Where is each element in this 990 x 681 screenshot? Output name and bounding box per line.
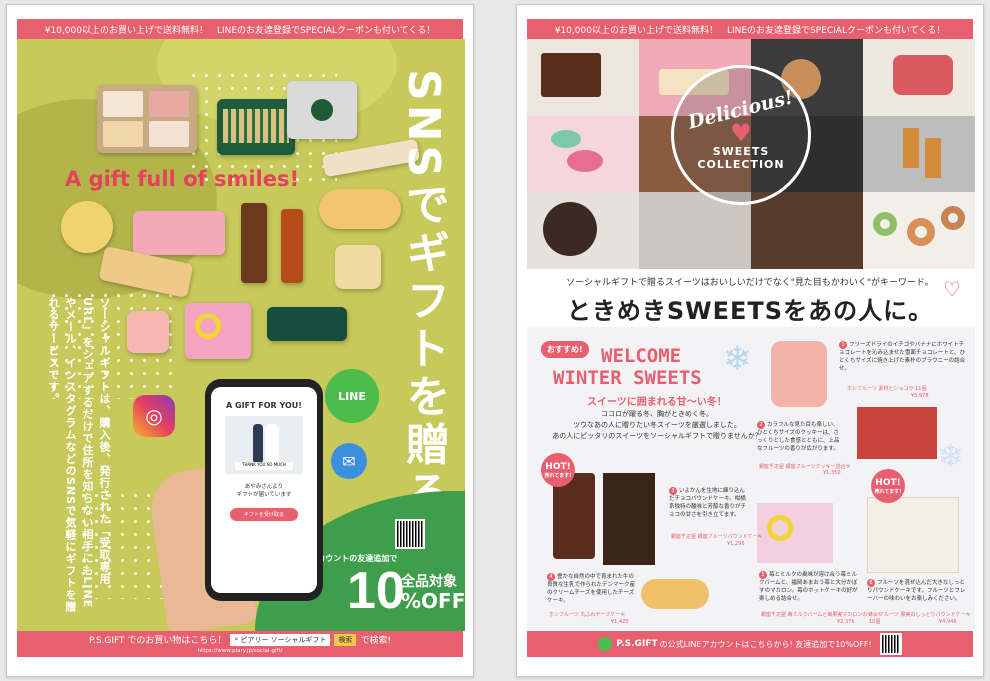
mail-icon: ✉	[331, 443, 367, 479]
product-cake-box	[97, 85, 197, 153]
headline: ときめきSWEETSをあの人に。	[566, 297, 934, 325]
item-1-name: ホシフルーツ 素材とショコラ 11個	[847, 386, 927, 392]
product-cheesecake	[641, 579, 709, 609]
search-box[interactable]: ⌕ ピアリー ソーシャルギフト	[230, 633, 331, 646]
sweets-collection-badge: Delicious! ♥ SWEETS COLLECTION	[671, 65, 811, 205]
product-gift-box	[603, 473, 655, 565]
product-bottle	[281, 209, 303, 283]
item-5-name: 銀座千疋屋 苺ミルクバームと苺果実マカロンのセット	[761, 612, 883, 618]
snowflake-icon: ❄	[723, 339, 752, 379]
sns-gift-flyer: ¥10,000以上のお買い上げで送料無料！ LINEのお友達登録でSPECIAL…	[6, 4, 474, 677]
product-coffee-tin	[287, 81, 357, 139]
photo-berry-cake	[863, 39, 975, 116]
footer-prefix: P.S.GIFT でのお買い物はこちら！	[88, 636, 227, 646]
product-shea-butter	[61, 201, 113, 253]
footer-text: の公式LINEアカウントはこちらから! 友達追加で10%OFF!	[659, 639, 872, 649]
photo-chocolate-cake	[527, 39, 639, 116]
welcome-title-line1: WELCOME	[601, 345, 682, 367]
heart-icon: ♥	[730, 119, 752, 147]
winter-sweets-section: おすすめ! WELCOME WINTER SWEETS スイーツに囲まれる甘〜い…	[527, 327, 975, 631]
tagline: A gift full of smiles!	[65, 167, 300, 191]
product-chocolate-box	[857, 407, 937, 459]
wedding-illustration: THANK YOU SO MUCH	[225, 416, 303, 474]
photo-donuts	[863, 192, 975, 269]
item-6-price: ¥4,946	[939, 619, 957, 625]
item-4-description: 4 豊かな自然の中で育まれた牛の良質な生乳で作られたデンマーク産のクリームチーズを…	[547, 573, 636, 604]
key-heart-icon: ♡	[943, 277, 961, 301]
footer-suffix: で検索!	[360, 636, 392, 646]
item-4-price: ¥1,420	[611, 619, 629, 625]
product-cheesecake	[319, 189, 401, 229]
gift-header: A GIFT FOR YOU!	[226, 401, 302, 410]
item-4-name: ホシフルーツ 丸ふわチーズケーキ	[549, 612, 626, 618]
photo-macaron-stack	[527, 115, 639, 193]
line-icon: LINE	[325, 369, 379, 423]
welcome-title-line2: WINTER SWEETS	[553, 367, 702, 389]
qr-code	[395, 519, 425, 549]
subheadline: ソーシャルギフトで贈るスイーツはおいしいだけでなく"見た目もかわいく"がキーワー…	[566, 278, 934, 288]
line-icon	[598, 637, 613, 651]
item-2-description: 2 カラフルな見た目も楽しい、ひとくちサイズのクッキーは、さっくりとした食感ととも…	[757, 421, 840, 452]
product-pink-gift-box	[133, 211, 225, 255]
product-candy-jar	[127, 311, 169, 353]
footer-brand: P.S.GIFT	[616, 639, 658, 649]
badge-line2: COLLECTION	[697, 158, 785, 171]
badge-line1: SWEETS	[712, 145, 770, 158]
instagram-icon: ◎	[133, 395, 175, 437]
product-bath-bomb-box	[185, 303, 251, 359]
item-3-name: 銀座千疋屋 銀座フルーツパウンドケーキ	[671, 534, 763, 540]
top-banner: ¥10,000以上のお買い上げで送料無料！ LINEのお友達登録でSPECIAL…	[17, 19, 463, 39]
product-berry-box	[757, 503, 833, 563]
product-mini-cakes	[867, 497, 959, 573]
item-2-price: ¥1,350	[823, 470, 841, 476]
product-bottle	[241, 203, 267, 283]
footer-bar: P.S.GIFT の公式LINEアカウントはこちらから! 友達追加で10%OFF…	[527, 631, 973, 657]
item-5-price: ¥2,376	[837, 619, 855, 625]
product-body-scrub-jar	[335, 245, 381, 289]
footer-url[interactable]: https://www.piary.jp/social-gift/	[17, 648, 463, 655]
product-fruit-jar	[771, 341, 827, 407]
gift-message: あやみさんより ギフトが届いています	[236, 484, 292, 498]
receive-gift-button[interactable]: ギフトを受け取る	[229, 508, 298, 521]
product-tea-set	[217, 99, 295, 155]
coupon-off-label: %OFF	[401, 589, 465, 613]
welcome-subtitle: スイーツに囲まれる甘〜い冬！	[587, 397, 727, 408]
item-6-name: ホシフルーツ 果実のしっとりパウンドケーキ 10個	[869, 612, 971, 625]
flyer-main-panel: A gift full of smiles! SNSでギフトを贈ろう ソーシャル…	[17, 39, 465, 631]
hot-badge: HOT! 売れてます!	[871, 469, 905, 503]
snowflake-icon: ❄	[937, 437, 964, 475]
qr-code[interactable]	[879, 633, 902, 655]
phone-screen: A GIFT FOR YOU! THANK YOU SO MUCH あやみさんよ…	[211, 387, 317, 593]
photo-pound-cakes	[863, 115, 975, 193]
recommend-tag: おすすめ!	[541, 341, 589, 358]
search-text: ピアリー ソーシャルギフト	[240, 635, 327, 644]
service-description: ソーシャルギフトは、購入後、発行された「受取専用URL」をシェアするだけで住所を…	[47, 297, 111, 614]
search-icon: ⌕	[234, 635, 239, 643]
coupon-scope: 全品対象	[401, 574, 457, 590]
footer-bar: P.S.GIFT でのお買い物はこちら！ ⌕ ピアリー ソーシャルギフト 検索 …	[17, 631, 463, 657]
search-button[interactable]: 検索	[334, 633, 357, 646]
item-6-description: 6 フルーツを混ぜ込んだ大きなしっとりパウンドケーキです。フルーツとフレーバーの味…	[867, 579, 966, 602]
item-2-name: 銀座千疋屋 銀座フルーツクッキー詰合せ	[759, 464, 851, 470]
photo-chocolate-bars	[751, 192, 863, 269]
intro-text: ココロが躍る冬、胸がときめく冬。 ツウなあの人に贈りたい冬スイーツを厳選しました…	[552, 410, 762, 440]
item-3-description: 3 いよかんを生地に練り込んだチョコパウンドケーキ。柑橘系独特の酸味と芳醇な香りが…	[669, 487, 747, 518]
item-5-description: 5 苺とミルクの風味が溶け合う苺ミルクバームと、福岡あまおう苺と大分かぼすのマカロ…	[759, 571, 858, 602]
sweets-flyer: ¥10,000以上のお買い上げで送料無料！ LINEのお友達登録でSPECIAL…	[516, 4, 984, 677]
product-chocolate-box	[267, 307, 347, 341]
photo-cookie-assortment	[527, 192, 639, 269]
top-banner: ¥10,000以上のお買い上げで送料無料！ LINEのお友達登録でSPECIAL…	[527, 19, 973, 39]
item-1-description: 1 フリーズドライのイチゴやバナナにホワイトチョコレートを沁み込ませた雪面チョコレ…	[839, 341, 966, 372]
smartphone-mockup: A GIFT FOR YOU! THANK YOU SO MUCH あやみさんよ…	[205, 379, 323, 601]
item-3-price: ¥1,296	[727, 541, 745, 547]
item-1-price: ¥3,978	[911, 393, 929, 399]
coupon-percentage-number: 10	[347, 562, 405, 620]
hot-badge: HOT! 売れてます!	[541, 453, 575, 487]
